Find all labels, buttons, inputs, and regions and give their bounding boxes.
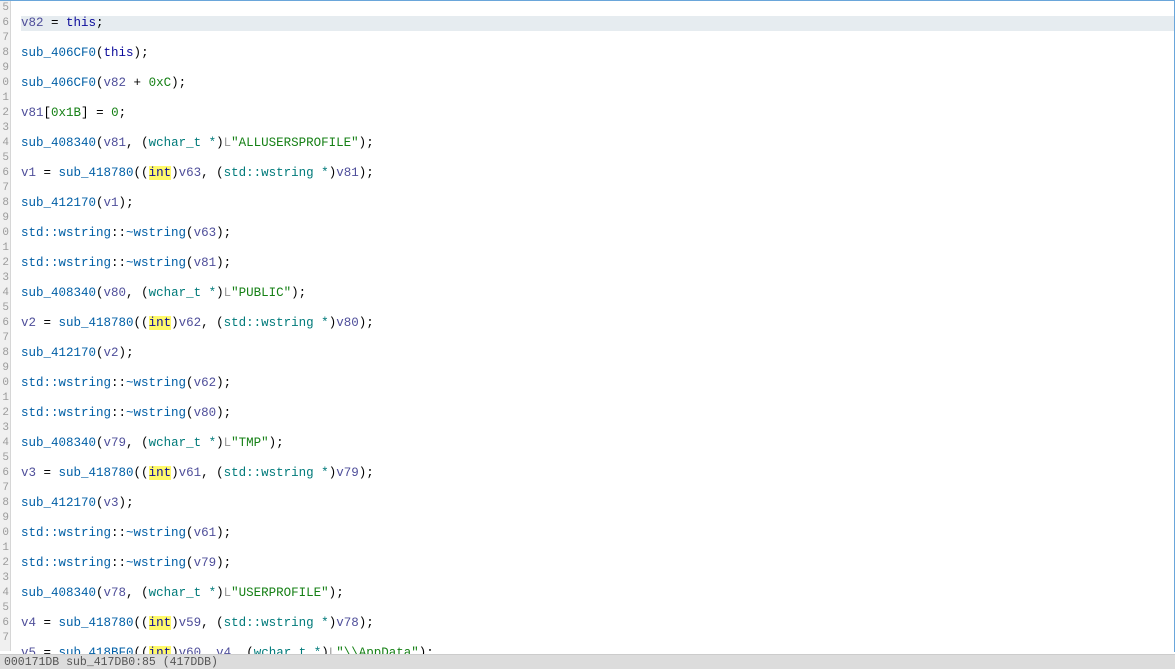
line-number: 2 [0,256,9,271]
line-number: 9 [0,211,9,226]
line-number: 8 [0,496,9,511]
code-line[interactable]: sub_406CF0(this); [21,46,1174,61]
status-bar: 000171DB sub_417DB0:85 (417DDB) [0,654,1175,669]
line-number: 5 [0,1,9,16]
line-number: 2 [0,106,9,121]
line-number: 0 [0,76,9,91]
line-number: 4 [0,286,9,301]
line-number: 4 [0,436,9,451]
line-number: 7 [0,631,9,646]
line-number: 8 [0,46,9,61]
code-line[interactable]: sub_412170(v1); [21,196,1174,211]
code-area[interactable]: v82 = this; sub_406CF0(this); sub_406CF0… [11,1,1174,652]
line-number: 6 [0,466,9,481]
line-number: 7 [0,331,9,346]
line-number: 5 [0,151,9,166]
code-line[interactable]: sub_408340(v81, (wchar_t *)L"ALLUSERSPRO… [21,136,1174,151]
line-number: 4 [0,586,9,601]
code-line[interactable]: std::wstring::~wstring(v81); [21,256,1174,271]
line-number-gutter: 5 6 7 8 9 0 1 2 3 4 5 6 7 8 9 0 1 2 3 4 … [0,1,11,651]
line-number: 1 [0,241,9,256]
code-line[interactable]: v81[0x1B] = 0; [21,106,1174,121]
code-line[interactable]: v82 = this; [21,16,1174,31]
line-number: 2 [0,406,9,421]
line-number: 1 [0,91,9,106]
code-line[interactable]: std::wstring::~wstring(v62); [21,376,1174,391]
line-number: 9 [0,61,9,76]
code-line[interactable]: sub_412170(v3); [21,496,1174,511]
line-number: 9 [0,361,9,376]
code-line[interactable]: sub_412170(v2); [21,346,1174,361]
line-number: 3 [0,571,9,586]
code-line[interactable]: std::wstring::~wstring(v61); [21,526,1174,541]
line-number: 9 [0,511,9,526]
line-number: 7 [0,31,9,46]
line-number: 7 [0,481,9,496]
line-number: 5 [0,451,9,466]
line-number: 0 [0,226,9,241]
code-line[interactable]: std::wstring::~wstring(v79); [21,556,1174,571]
line-number: 7 [0,181,9,196]
code-line[interactable]: v1 = sub_418780((int)v63, (std::wstring … [21,166,1174,181]
line-number: 8 [0,346,9,361]
code-line[interactable]: sub_408340(v79, (wchar_t *)L"TMP"); [21,436,1174,451]
line-number: 1 [0,541,9,556]
line-number: 8 [0,196,9,211]
line-number: 0 [0,376,9,391]
line-number: 5 [0,301,9,316]
line-number: 6 [0,166,9,181]
code-line[interactable]: sub_408340(v78, (wchar_t *)L"USERPROFILE… [21,586,1174,601]
code-line[interactable]: sub_406CF0(v82 + 0xC); [21,76,1174,91]
line-number: 5 [0,601,9,616]
code-line[interactable]: sub_408340(v80, (wchar_t *)L"PUBLIC"); [21,286,1174,301]
line-number: 3 [0,421,9,436]
line-number: 3 [0,271,9,286]
line-number: 2 [0,556,9,571]
line-number: 1 [0,391,9,406]
code-line[interactable]: v2 = sub_418780((int)v62, (std::wstring … [21,316,1174,331]
status-address: 000171DB sub_417DB0:85 (417DDB) [4,656,218,669]
code-editor[interactable]: 5 6 7 8 9 0 1 2 3 4 5 6 7 8 9 0 1 2 3 4 … [0,0,1175,652]
code-line[interactable]: v3 = sub_418780((int)v61, (std::wstring … [21,466,1174,481]
code-line[interactable]: v4 = sub_418780((int)v59, (std::wstring … [21,616,1174,631]
line-number: 6 [0,616,9,631]
line-number: 6 [0,316,9,331]
line-number: 6 [0,16,9,31]
code-line[interactable]: std::wstring::~wstring(v80); [21,406,1174,421]
code-line[interactable]: std::wstring::~wstring(v63); [21,226,1174,241]
line-number: 3 [0,121,9,136]
line-number: 4 [0,136,9,151]
line-number: 0 [0,526,9,541]
